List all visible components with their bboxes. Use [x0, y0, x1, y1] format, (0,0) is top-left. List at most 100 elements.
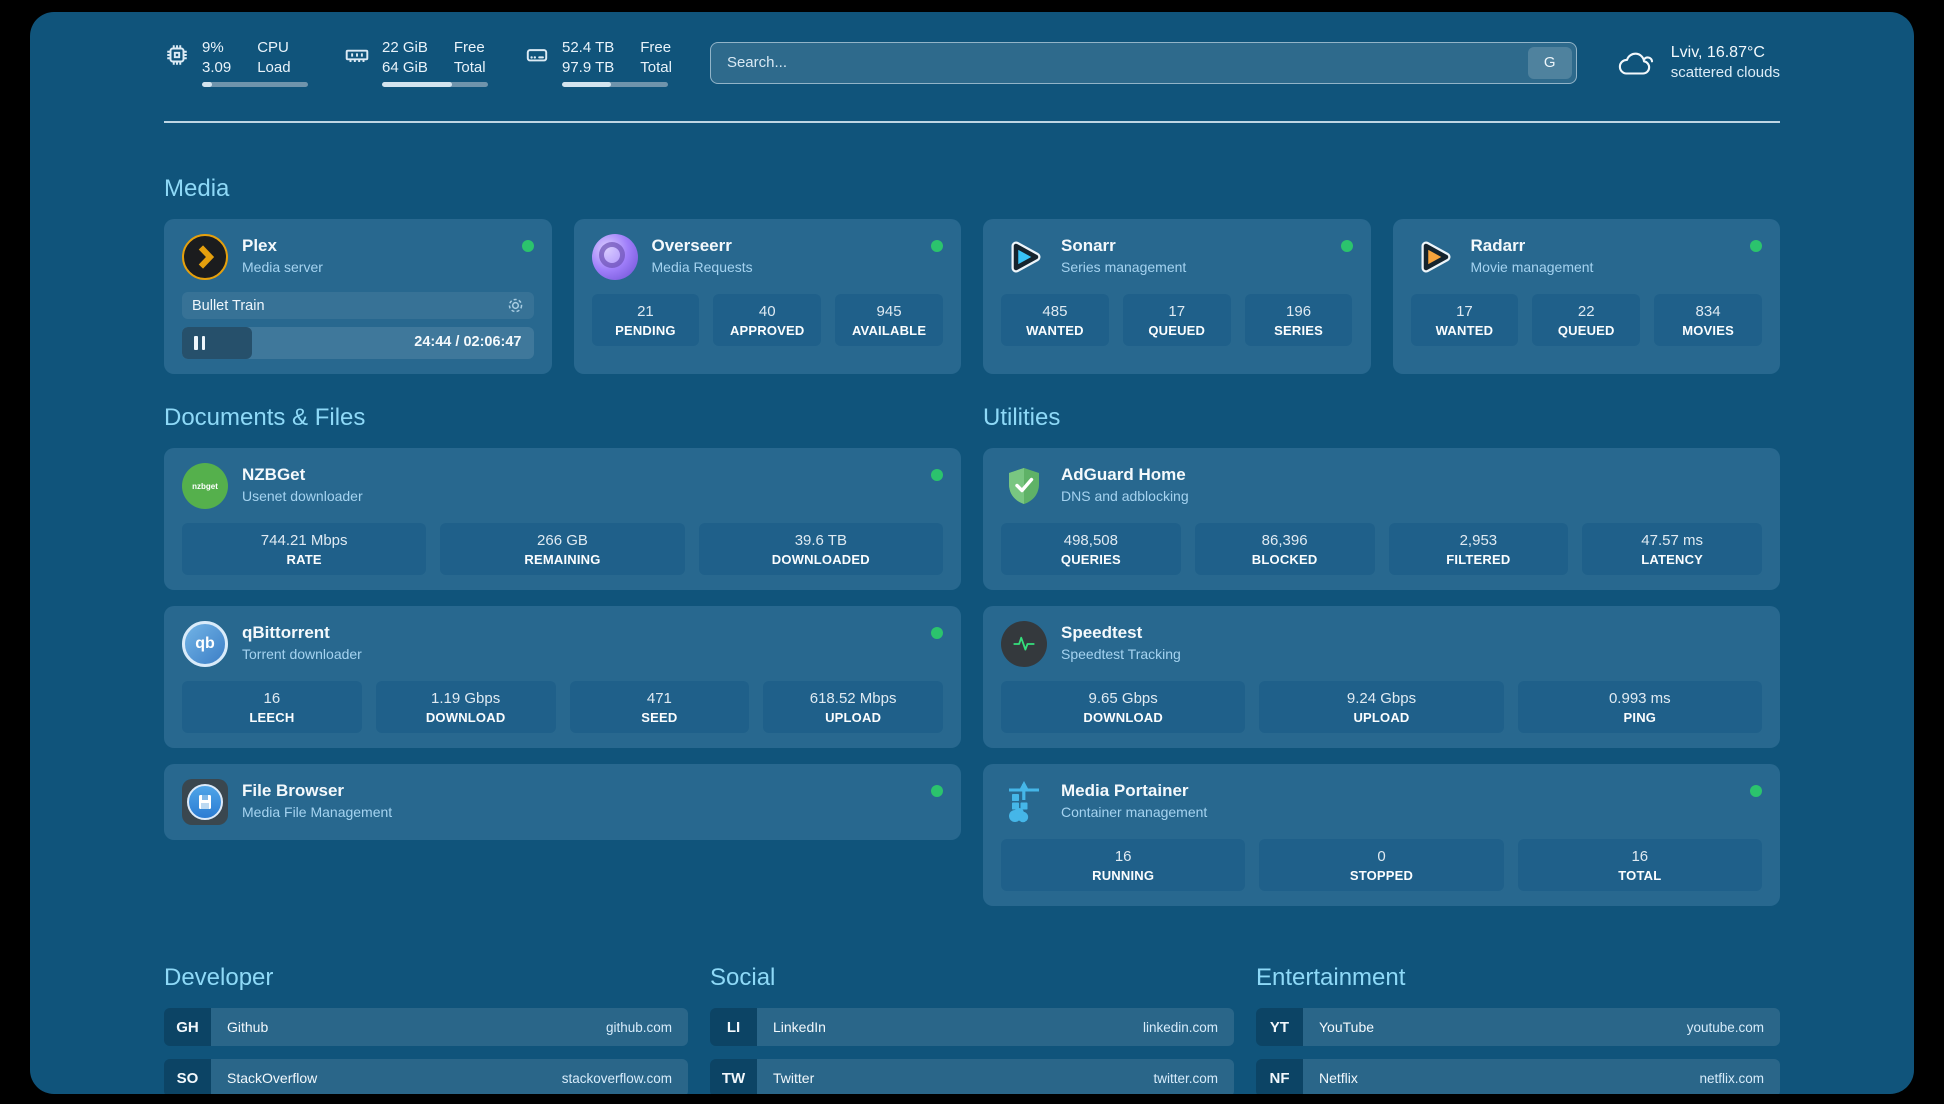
stat-value: 196 [1247, 303, 1351, 320]
stat-box: 16 RUNNING [1001, 839, 1245, 891]
plex-status-dot [522, 240, 534, 252]
stat-value: 21 [594, 303, 698, 320]
section-social: Social LI LinkedIn linkedin.com TW Twitt… [710, 964, 1234, 1094]
filebrowser-card[interactable]: File Browser Media File Management [164, 764, 961, 840]
memory-icon [344, 42, 370, 68]
overseerr-subtitle: Media Requests [652, 259, 918, 275]
plex-icon [182, 234, 228, 280]
storage-icon [524, 42, 550, 68]
stat-value: 16 [1520, 848, 1760, 865]
stat-label: SEED [572, 710, 748, 725]
qbittorrent-subtitle: Torrent downloader [242, 646, 917, 662]
stat-value: 39.6 TB [701, 532, 941, 549]
stat-box: 22 QUEUED [1532, 294, 1640, 346]
bookmark-abbr: NF [1256, 1059, 1303, 1094]
adguard-card[interactable]: AdGuard Home DNS and adblocking 498,508 … [983, 448, 1780, 590]
stat-label: DOWNLOADED [701, 552, 941, 567]
cpu-usage-label: CPU [257, 38, 290, 58]
stat-label: QUERIES [1003, 552, 1179, 567]
portainer-card[interactable]: Media Portainer Container management 16 … [983, 764, 1780, 906]
stat-label: RUNNING [1003, 868, 1243, 883]
cpu-progress-bar [202, 82, 308, 87]
section-entertainment: Entertainment YT YouTube youtube.com NF … [1256, 964, 1780, 1094]
stat-value: 9.65 Gbps [1003, 690, 1243, 707]
stat-label: FILTERED [1391, 552, 1567, 567]
qbittorrent-card[interactable]: qb qBittorrent Torrent downloader 16 LEE… [164, 606, 961, 748]
search-bar: G [710, 42, 1577, 84]
search-input[interactable] [710, 42, 1577, 84]
storage-total-value: 97.9 TB [562, 58, 614, 78]
stat-value: 9.24 Gbps [1261, 690, 1501, 707]
documents-section-title: Documents & Files [164, 404, 961, 432]
overseerr-name: Overseerr [652, 236, 918, 256]
bookmark-url: github.com [606, 1020, 672, 1035]
weather-location: Lviv, 16.87°C [1671, 44, 1780, 62]
sonarr-subtitle: Series management [1061, 259, 1327, 275]
bookmark-linkedin[interactable]: LI LinkedIn linkedin.com [710, 1008, 1234, 1046]
adguard-name: AdGuard Home [1061, 465, 1762, 485]
storage-total-label: Total [640, 58, 672, 78]
storage-free-label: Free [640, 38, 672, 58]
stat-label: TOTAL [1520, 868, 1760, 883]
system-stats: 9% 3.09 CPU Load [164, 38, 672, 87]
section-utilities: Utilities AdGuard Home DNS and adblockin… [983, 404, 1780, 906]
stat-label: LEECH [184, 710, 360, 725]
adguard-subtitle: DNS and adblocking [1061, 488, 1762, 504]
stat-box: 9.24 Gbps UPLOAD [1259, 681, 1503, 733]
bookmark-github[interactable]: GH Github github.com [164, 1008, 688, 1046]
bookmark-youtube[interactable]: YT YouTube youtube.com [1256, 1008, 1780, 1046]
plex-card[interactable]: Plex Media server Bullet Train [164, 219, 552, 374]
nzbget-name: NZBGet [242, 465, 917, 485]
stat-label: QUEUED [1125, 323, 1229, 338]
bookmark-stackoverflow[interactable]: SO StackOverflow stackoverflow.com [164, 1059, 688, 1094]
stat-box: 744.21 Mbps RATE [182, 523, 426, 575]
plex-name: Plex [242, 236, 508, 256]
stat-box: 0 STOPPED [1259, 839, 1503, 891]
sonarr-card[interactable]: Sonarr Series management 485 WANTED 17 Q… [983, 219, 1371, 374]
stat-value: 744.21 Mbps [184, 532, 424, 549]
qbittorrent-icon: qb [182, 621, 228, 667]
stat-value: 17 [1413, 303, 1517, 320]
memory-free-value: 22 GiB [382, 38, 428, 58]
search-engine-button[interactable]: G [1528, 47, 1572, 79]
stat-box: 266 GB REMAINING [440, 523, 684, 575]
stat-label: STOPPED [1261, 868, 1501, 883]
header-separator [164, 121, 1780, 123]
media-section-title: Media [164, 175, 1780, 203]
stat-box: 17 WANTED [1411, 294, 1519, 346]
radarr-name: Radarr [1471, 236, 1737, 256]
nzbget-subtitle: Usenet downloader [242, 488, 917, 504]
radarr-card[interactable]: Radarr Movie management 17 WANTED 22 QUE… [1393, 219, 1781, 374]
stat-value: 17 [1125, 303, 1229, 320]
speedtest-card[interactable]: Speedtest Speedtest Tracking 9.65 Gbps D… [983, 606, 1780, 748]
bookmark-name: YouTube [1319, 1019, 1374, 1035]
stat-box: 1.19 Gbps DOWNLOAD [376, 681, 556, 733]
qbittorrent-name: qBittorrent [242, 623, 917, 643]
stat-box: 196 SERIES [1245, 294, 1353, 346]
sonarr-name: Sonarr [1061, 236, 1327, 256]
stat-value: 2,953 [1391, 532, 1567, 549]
qbittorrent-icon-text: qb [195, 635, 215, 653]
overseerr-card[interactable]: Overseerr Media Requests 21 PENDING 40 A… [574, 219, 962, 374]
stat-label: AVAILABLE [837, 323, 941, 338]
nzbget-card[interactable]: nzbget NZBGet Usenet downloader 744.21 M… [164, 448, 961, 590]
bookmark-abbr: GH [164, 1008, 211, 1046]
stat-value: 16 [1003, 848, 1243, 865]
filebrowser-name: File Browser [242, 781, 917, 801]
memory-free-label: Free [454, 38, 486, 58]
stat-box: 0.993 ms PING [1518, 681, 1762, 733]
bookmark-netflix[interactable]: NF Netflix netflix.com [1256, 1059, 1780, 1094]
now-playing-settings-icon[interactable] [507, 297, 524, 314]
stat-value: 0.993 ms [1520, 690, 1760, 707]
stat-value: 16 [184, 690, 360, 707]
playback-progress-bar[interactable]: 24:44 / 02:06:47 [182, 327, 534, 359]
filebrowser-icon [182, 779, 228, 825]
bookmark-twitter[interactable]: TW Twitter twitter.com [710, 1059, 1234, 1094]
bookmark-url: stackoverflow.com [562, 1071, 672, 1086]
stat-box: 47.57 ms LATENCY [1582, 523, 1762, 575]
bookmark-url: netflix.com [1699, 1071, 1764, 1086]
plex-subtitle: Media server [242, 259, 508, 275]
speedtest-subtitle: Speedtest Tracking [1061, 646, 1762, 662]
pause-button[interactable] [194, 336, 205, 350]
now-playing-row: Bullet Train [182, 292, 534, 319]
